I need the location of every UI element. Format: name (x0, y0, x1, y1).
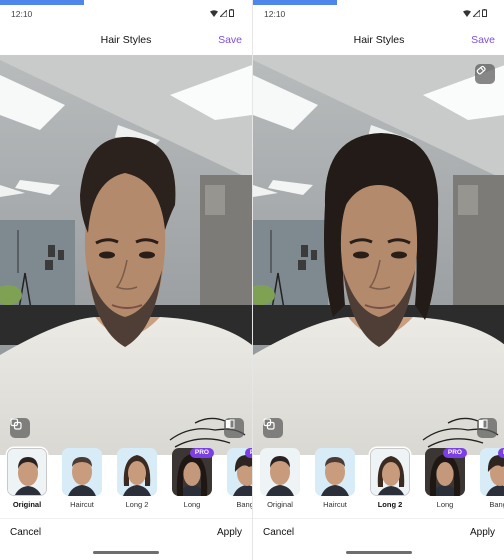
portrait-photo (0, 55, 252, 455)
style-option-bangs[interactable]: PRO Bangs (225, 446, 252, 514)
style-label: Bangs (489, 500, 504, 509)
style-label: Bangs (236, 500, 252, 509)
save-button[interactable]: Save (471, 34, 495, 46)
style-label: Haircut (70, 500, 94, 509)
hair-styles-carousel[interactable]: Original Haircut Long 2 PRO Long PRO Ban… (0, 446, 252, 516)
split-view-icon (226, 419, 235, 429)
home-indicator[interactable] (346, 551, 412, 554)
pro-badge: PRO (244, 448, 252, 458)
style-thumbnail (315, 448, 355, 496)
cancel-button[interactable]: Cancel (263, 527, 294, 538)
status-bar: 12:10 (253, 5, 504, 23)
pro-badge: PRO (497, 448, 504, 458)
style-label: Original (12, 500, 42, 509)
apply-button[interactable]: Apply (470, 527, 495, 538)
wifi-icon (463, 9, 471, 17)
style-thumbnail (62, 448, 102, 496)
style-label: Haircut (323, 500, 347, 509)
style-option-original[interactable]: Original (258, 446, 302, 514)
pro-badge: PRO (189, 448, 214, 458)
style-thumbnail (370, 448, 410, 496)
eraser-button[interactable] (475, 64, 495, 84)
bottom-action-bar: Cancel Apply (0, 519, 252, 547)
style-thumbnail (260, 448, 300, 496)
save-button[interactable]: Save (218, 34, 242, 46)
app-header: Hair Styles Save (253, 23, 504, 55)
style-thumbnail (117, 448, 157, 496)
style-option-haircut[interactable]: Haircut (313, 446, 357, 514)
portrait-photo (253, 55, 504, 455)
style-option-bangs[interactable]: PRO Bangs (478, 446, 504, 514)
style-option-long[interactable]: PRO Long (170, 446, 214, 514)
style-option-original[interactable]: Original (5, 446, 49, 514)
split-view-button[interactable] (224, 418, 244, 438)
signal-icon (220, 9, 227, 17)
style-label: Long (183, 500, 201, 509)
battery-icon (229, 9, 234, 17)
compare-layers-button[interactable] (10, 418, 30, 438)
status-icons (463, 9, 487, 17)
apply-button[interactable]: Apply (217, 527, 242, 538)
battery-icon (482, 9, 487, 17)
split-view-button[interactable] (477, 418, 497, 438)
eraser-icon (476, 65, 486, 75)
compare-layers-button[interactable] (263, 418, 283, 438)
style-label: Long 2 (125, 500, 149, 509)
screen-long-2: 12:10 Hair Styles Save Original Haircut … (252, 0, 504, 560)
page-title: Hair Styles (100, 34, 152, 46)
split-view-icon (479, 419, 488, 429)
photo-canvas[interactable] (253, 55, 504, 455)
photo-canvas[interactable] (0, 55, 252, 455)
style-option-long[interactable]: PRO Long (423, 446, 467, 514)
style-label: Long 2 (377, 500, 403, 509)
status-time: 12:10 (264, 9, 286, 19)
status-bar: 12:10 (0, 5, 252, 23)
hair-styles-carousel[interactable]: Original Haircut Long 2 PRO Long PRO Ban… (253, 446, 504, 516)
page-title: Hair Styles (353, 34, 405, 46)
style-label: Long (436, 500, 454, 509)
screen-original: 12:10 Hair Styles Save Original Haircut … (0, 0, 252, 560)
status-time: 12:10 (11, 9, 33, 19)
style-option-long-2[interactable]: Long 2 (368, 446, 412, 514)
bottom-action-bar: Cancel Apply (253, 519, 504, 547)
style-label: Original (267, 500, 293, 509)
style-option-long-2[interactable]: Long 2 (115, 446, 159, 514)
cancel-button[interactable]: Cancel (10, 527, 41, 538)
layers-icon (10, 418, 22, 430)
style-thumbnail (7, 448, 47, 496)
wifi-icon (210, 9, 218, 17)
layers-icon (263, 418, 275, 430)
pro-badge: PRO (442, 448, 467, 458)
style-option-haircut[interactable]: Haircut (60, 446, 104, 514)
signal-icon (473, 9, 480, 17)
app-header: Hair Styles Save (0, 23, 252, 55)
status-icons (210, 9, 234, 17)
home-indicator[interactable] (93, 551, 159, 554)
